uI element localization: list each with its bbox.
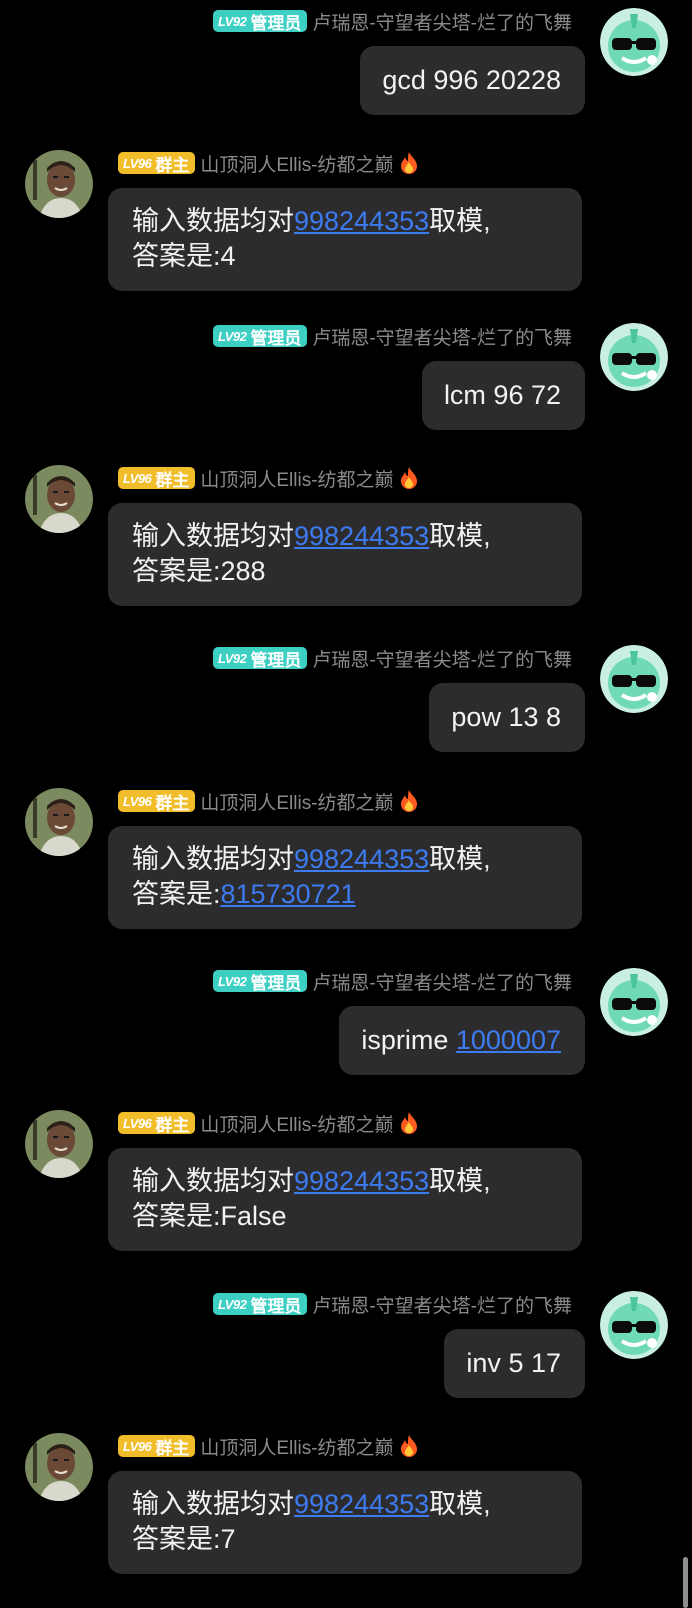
answer-value: False bbox=[220, 1201, 287, 1231]
answer-value: 7 bbox=[220, 1524, 236, 1554]
fire-icon bbox=[398, 466, 420, 490]
message-bubble[interactable]: 输入数据均对998244353取模, 答案是:815730721 bbox=[108, 826, 582, 929]
sender-avatar-admin[interactable] bbox=[600, 645, 668, 713]
owner-badge: LV96 群主 bbox=[118, 467, 196, 490]
message-bubble[interactable]: inv 5 17 bbox=[444, 1329, 585, 1398]
message-bubble[interactable]: lcm 96 72 bbox=[421, 361, 585, 430]
man-portrait-icon bbox=[25, 1110, 93, 1178]
message-bubble[interactable]: pow 13 8 bbox=[429, 683, 585, 752]
cool-sunglasses-cat-icon bbox=[600, 323, 668, 391]
sender-header: LV92 管理员 卢瑞恩-守望者尖塔-烂了的飞舞 bbox=[212, 1291, 572, 1318]
modulus-link[interactable]: 998244353 bbox=[294, 206, 429, 236]
man-portrait-icon bbox=[25, 150, 93, 218]
sender-name[interactable]: 山顶洞人Ellis-纺都之巅 bbox=[200, 788, 393, 815]
reply-line-2: 答案是:4 bbox=[132, 241, 236, 271]
sender-avatar-admin[interactable] bbox=[600, 968, 668, 1036]
fire-icon bbox=[398, 151, 420, 175]
admin-badge: LV92 管理员 bbox=[212, 10, 308, 33]
sender-name[interactable]: 卢瑞恩-守望者尖塔-烂了的飞舞 bbox=[312, 323, 572, 350]
scrollbar[interactable] bbox=[683, 1557, 688, 1608]
sender-avatar-owner[interactable] bbox=[25, 788, 93, 856]
cool-sunglasses-cat-icon bbox=[600, 645, 668, 713]
modulus-link[interactable]: 998244353 bbox=[294, 1489, 429, 1519]
modulus-link[interactable]: 998244353 bbox=[294, 1166, 429, 1196]
message-text: inv 5 17 bbox=[466, 1348, 561, 1378]
admin-badge: LV92 管理员 bbox=[212, 325, 308, 348]
reply-line-1: 输入数据均对998244353取模, bbox=[132, 844, 491, 874]
owner-badge: LV96 群主 bbox=[118, 152, 196, 175]
sender-header: LV92 管理员 卢瑞恩-守望者尖塔-烂了的飞舞 bbox=[212, 8, 572, 35]
modulus-link[interactable]: 998244353 bbox=[294, 521, 429, 551]
sender-name[interactable]: 山顶洞人Ellis-纺都之巅 bbox=[200, 150, 393, 177]
sender-name[interactable]: 山顶洞人Ellis-纺都之巅 bbox=[200, 1433, 393, 1460]
cool-sunglasses-cat-icon bbox=[600, 1291, 668, 1359]
sender-avatar-owner[interactable] bbox=[25, 1433, 93, 1501]
owner-badge: LV96 群主 bbox=[118, 790, 196, 813]
message-bubble[interactable]: 输入数据均对998244353取模, 答案是:7 bbox=[108, 1471, 582, 1574]
sender-avatar-owner[interactable] bbox=[25, 150, 93, 218]
message-bubble[interactable]: isprime 1000007 bbox=[339, 1006, 585, 1075]
sender-header: LV96 群主 山顶洞人Ellis-纺都之巅 bbox=[118, 788, 420, 815]
fire-icon bbox=[398, 1434, 420, 1458]
sender-header: LV96 群主 山顶洞人Ellis-纺都之巅 bbox=[118, 150, 420, 177]
fire-icon bbox=[398, 1111, 420, 1135]
message-text: pow 13 8 bbox=[451, 702, 561, 732]
sender-header: LV96 群主 山顶洞人Ellis-纺都之巅 bbox=[118, 465, 420, 492]
fire-icon bbox=[398, 789, 420, 813]
sender-name[interactable]: 卢瑞恩-守望者尖塔-烂了的飞舞 bbox=[312, 8, 572, 35]
reply-line-1: 输入数据均对998244353取模, bbox=[132, 206, 491, 236]
reply-line-2: 答案是:False bbox=[132, 1201, 287, 1231]
sender-avatar-admin[interactable] bbox=[600, 323, 668, 391]
sender-name[interactable]: 卢瑞恩-守望者尖塔-烂了的飞舞 bbox=[312, 968, 572, 995]
sender-avatar-admin[interactable] bbox=[600, 8, 668, 76]
admin-badge: LV92 管理员 bbox=[212, 647, 308, 670]
sender-avatar-owner[interactable] bbox=[25, 465, 93, 533]
sender-header: LV96 群主 山顶洞人Ellis-纺都之巅 bbox=[118, 1110, 420, 1137]
reply-line-2: 答案是:815730721 bbox=[132, 879, 356, 909]
sender-header: LV96 群主 山顶洞人Ellis-纺都之巅 bbox=[118, 1433, 420, 1460]
man-portrait-icon bbox=[25, 465, 93, 533]
message-text: lcm 96 72 bbox=[443, 380, 561, 410]
cool-sunglasses-cat-icon bbox=[600, 968, 668, 1036]
reply-line-2: 答案是:7 bbox=[132, 1524, 236, 1554]
number-link[interactable]: 1000007 bbox=[456, 1025, 561, 1055]
modulus-link[interactable]: 998244353 bbox=[294, 844, 429, 874]
message-bubble[interactable]: gcd 996 20228 bbox=[360, 46, 585, 115]
reply-line-1: 输入数据均对998244353取模, bbox=[132, 521, 491, 551]
sender-name[interactable]: 山顶洞人Ellis-纺都之巅 bbox=[200, 1110, 393, 1137]
reply-line-2: 答案是:288 bbox=[132, 556, 266, 586]
man-portrait-icon bbox=[25, 788, 93, 856]
reply-line-1: 输入数据均对998244353取模, bbox=[132, 1166, 491, 1196]
answer-value: 4 bbox=[220, 241, 236, 271]
sender-name[interactable]: 卢瑞恩-守望者尖塔-烂了的飞舞 bbox=[312, 645, 572, 672]
man-portrait-icon bbox=[25, 1433, 93, 1501]
sender-header: LV92 管理员 卢瑞恩-守望者尖塔-烂了的飞舞 bbox=[212, 645, 572, 672]
sender-name[interactable]: 卢瑞恩-守望者尖塔-烂了的飞舞 bbox=[312, 1291, 572, 1318]
message-bubble[interactable]: 输入数据均对998244353取模, 答案是:288 bbox=[108, 503, 582, 606]
admin-badge: LV92 管理员 bbox=[212, 970, 308, 993]
sender-name[interactable]: 山顶洞人Ellis-纺都之巅 bbox=[200, 465, 393, 492]
sender-header: LV92 管理员 卢瑞恩-守望者尖塔-烂了的飞舞 bbox=[212, 323, 572, 350]
message-bubble[interactable]: 输入数据均对998244353取模, 答案是:4 bbox=[108, 188, 582, 291]
cool-sunglasses-cat-icon bbox=[600, 8, 668, 76]
sender-header: LV92 管理员 卢瑞恩-守望者尖塔-烂了的飞舞 bbox=[212, 968, 572, 995]
sender-avatar-admin[interactable] bbox=[600, 1291, 668, 1359]
admin-badge: LV92 管理员 bbox=[212, 1293, 308, 1316]
owner-badge: LV96 群主 bbox=[118, 1112, 196, 1135]
answer-value: 288 bbox=[220, 556, 266, 586]
message-bubble[interactable]: 输入数据均对998244353取模, 答案是:False bbox=[108, 1148, 582, 1251]
message-text: isprime bbox=[361, 1025, 456, 1055]
reply-line-1: 输入数据均对998244353取模, bbox=[132, 1489, 491, 1519]
owner-badge: LV96 群主 bbox=[118, 1435, 196, 1458]
answer-link[interactable]: 815730721 bbox=[221, 879, 356, 909]
message-text: gcd 996 20228 bbox=[382, 65, 561, 95]
sender-avatar-owner[interactable] bbox=[25, 1110, 93, 1178]
chat-message-list[interactable]: LV92 管理员 卢瑞恩-守望者尖塔-烂了的飞舞 gcd 996 20228 LV… bbox=[0, 0, 692, 1608]
